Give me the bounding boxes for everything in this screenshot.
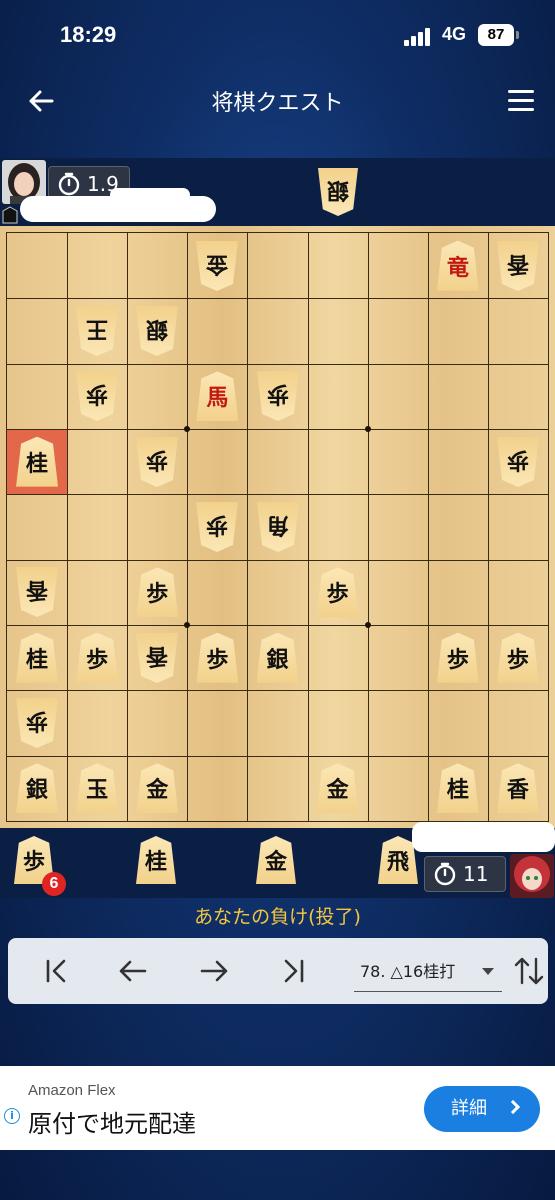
ad-banner[interactable]: i Amazon Flex 原付で地元配達 詳細 [0, 1066, 555, 1150]
board-piece[interactable]: 歩 [76, 371, 118, 421]
grid-line [7, 363, 548, 365]
ad-brand: Amazon Flex [28, 1082, 116, 1099]
board-piece[interactable]: 角 [257, 502, 299, 552]
board-piece[interactable]: 香 [16, 567, 58, 617]
grid-line [7, 298, 548, 300]
opponent-name-redaction-2 [110, 188, 190, 202]
grid-line [7, 559, 548, 561]
board-piece[interactable]: 竜 [436, 240, 479, 291]
app-header: 将棋クエスト [0, 70, 555, 132]
info-icon[interactable]: i [4, 1108, 20, 1124]
status-time: 18:29 [60, 22, 117, 47]
replay-controls: 78. △16桂打 [8, 938, 548, 1004]
signal-icon [404, 28, 434, 46]
grid-line [307, 233, 309, 821]
hand-piece-gold[interactable]: 金 [256, 836, 296, 884]
chevron-down-icon [482, 968, 494, 975]
grid-line [367, 233, 369, 821]
page-title: 将棋クエスト [211, 91, 344, 116]
player-bar: 歩 6 桂 金 飛 11 [0, 822, 555, 898]
chevron-right-icon [505, 1099, 521, 1115]
player-avatar[interactable] [510, 854, 554, 898]
hand-piece-knight[interactable]: 桂 [136, 836, 176, 884]
ad-details-button[interactable]: 詳細 [424, 1086, 540, 1132]
move-select-value: 78. △16桂打 [360, 962, 456, 981]
board-piece[interactable]: 歩 [196, 632, 239, 683]
ad-headline: 原付で地元配達 [28, 1110, 196, 1138]
grid-line [67, 233, 69, 821]
flip-board-icon[interactable] [512, 955, 546, 987]
player-timer-value: 11 [463, 862, 489, 886]
grid-line [7, 625, 548, 626]
grid-line [7, 494, 548, 496]
board-star-point [184, 426, 191, 432]
board-piece[interactable]: 金 [316, 763, 359, 814]
grid-line [7, 690, 548, 692]
board-piece[interactable]: 桂 [436, 763, 479, 814]
grid-line [187, 233, 189, 821]
board-star-point [184, 622, 191, 628]
previous-move-icon[interactable] [111, 951, 155, 991]
board-piece[interactable]: 金 [196, 241, 238, 291]
board-piece[interactable]: 歩 [136, 567, 179, 618]
board-piece[interactable]: 銀 [136, 306, 178, 356]
stopwatch-icon [58, 172, 80, 196]
board-piece[interactable]: 桂 [16, 632, 59, 683]
next-move-icon[interactable] [192, 951, 236, 991]
board-piece[interactable]: 銀 [256, 632, 299, 683]
grid-line [7, 429, 548, 430]
grid-line [247, 233, 249, 821]
last-move-icon[interactable] [272, 951, 316, 991]
board-piece[interactable]: 桂 [16, 436, 59, 487]
board-piece[interactable]: 歩 [76, 632, 119, 683]
network-type: 4G [442, 24, 467, 44]
menu-icon[interactable] [508, 90, 534, 112]
board-piece[interactable]: 香 [497, 241, 539, 291]
ad-details-label: 詳細 [451, 1098, 487, 1119]
board-piece[interactable]: 歩 [436, 632, 479, 683]
grid-line [127, 233, 129, 821]
move-select[interactable]: 78. △16桂打 [354, 952, 502, 992]
board-piece[interactable]: 香 [496, 763, 539, 814]
board-grid: 金竜香王銀歩馬歩桂歩歩歩角香歩歩桂歩香歩銀歩歩歩銀玉金金桂香 [6, 232, 549, 822]
board-piece[interactable]: 歩 [136, 437, 178, 487]
board-piece[interactable]: 銀 [16, 763, 59, 814]
board-piece[interactable]: 歩 [257, 371, 299, 421]
grid-line [487, 233, 489, 821]
board-piece[interactable]: 香 [136, 633, 178, 683]
opponent-turn-marker-icon [2, 206, 18, 224]
board-piece[interactable]: 馬 [196, 371, 239, 422]
stopwatch-icon [434, 862, 456, 886]
first-move-icon[interactable] [34, 951, 78, 991]
shogi-board: 金竜香王銀歩馬歩桂歩歩歩角香歩歩桂歩香歩銀歩歩歩銀玉金金桂香 [0, 226, 555, 828]
game-result-text: あなたの負け(投了) [194, 906, 361, 928]
board-star-point [364, 622, 371, 628]
grid-line [427, 233, 429, 821]
player-timer: 11 [424, 856, 506, 892]
board-piece[interactable]: 玉 [76, 763, 119, 814]
opponent-bar: 1.9 銀 [0, 158, 555, 226]
board-star-point [364, 426, 371, 432]
opponent-hand-piece[interactable]: 銀 [318, 168, 358, 216]
battery-icon: 87 [478, 24, 519, 46]
board-piece[interactable]: 金 [136, 763, 179, 814]
board-piece[interactable]: 歩 [496, 632, 539, 683]
player-name-redaction [412, 822, 555, 852]
board-piece[interactable]: 歩 [196, 502, 238, 552]
board-piece[interactable]: 歩 [497, 437, 539, 487]
status-bar: 18:29 4G 87 [0, 0, 555, 70]
board-piece[interactable]: 歩 [316, 567, 359, 618]
hand-count-badge: 6 [42, 872, 66, 896]
grid-line [7, 755, 548, 757]
board-piece[interactable]: 歩 [16, 698, 58, 748]
board-piece[interactable]: 王 [76, 306, 118, 356]
